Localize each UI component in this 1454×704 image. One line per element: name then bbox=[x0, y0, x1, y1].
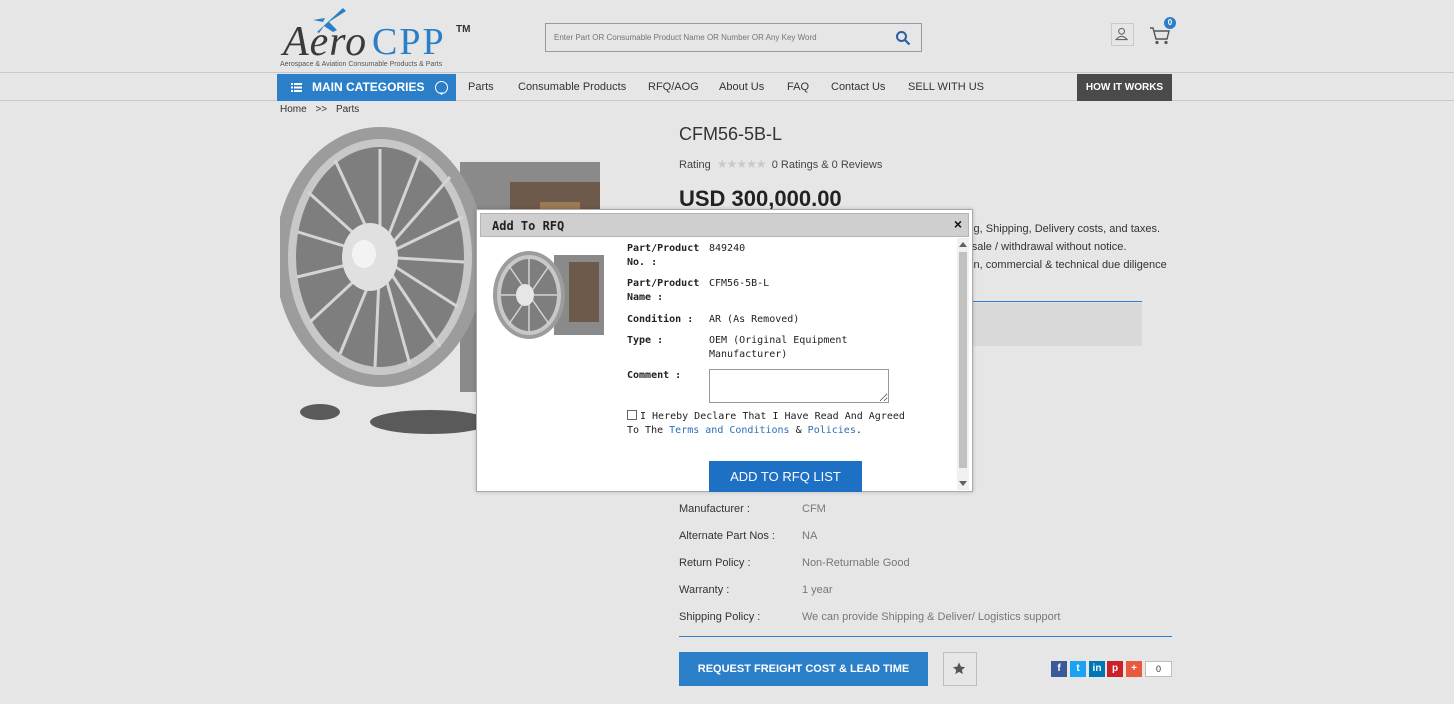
breadcrumb-separator: >> bbox=[315, 104, 328, 115]
condition-value: AR (As Removed) bbox=[709, 314, 800, 325]
spec-value-warranty: 1 year bbox=[802, 584, 833, 596]
spec-label-alternate-part-nos: Alternate Part Nos : bbox=[679, 530, 775, 542]
spec-value-return-policy: Non-Returnable Good bbox=[802, 557, 910, 569]
pinterest-share-icon[interactable]: p bbox=[1107, 661, 1123, 677]
spec-value-alternate-part-nos: NA bbox=[802, 530, 818, 542]
star-icon bbox=[952, 662, 966, 675]
share-count: 0 bbox=[1145, 661, 1172, 677]
product-title: CFM56-5B-L bbox=[679, 124, 783, 144]
twitter-share-icon[interactable]: t bbox=[1070, 661, 1086, 677]
wishlist-button[interactable] bbox=[943, 652, 977, 686]
chevron-down-icon bbox=[435, 81, 448, 95]
search-input[interactable] bbox=[546, 24, 886, 51]
type-value: OEM (Original Equipment Manufacturer) bbox=[709, 334, 847, 362]
policies-link[interactable]: Policies bbox=[808, 425, 856, 436]
nav-item-rfq-aog[interactable]: RFQ/AOG bbox=[648, 74, 699, 101]
breadcrumb: Home >> Parts bbox=[280, 104, 365, 115]
rating-label: Rating bbox=[679, 159, 711, 171]
breadcrumb-home[interactable]: Home bbox=[280, 104, 307, 115]
logo-tm: TM bbox=[456, 24, 471, 35]
nav-item-faq[interactable]: FAQ bbox=[787, 74, 809, 101]
divider bbox=[965, 301, 1142, 302]
nav-item-sell-with-us[interactable]: SELL WITH US bbox=[908, 74, 984, 101]
spec-value-manufacturer: CFM bbox=[802, 503, 826, 515]
spec-label-shipping-policy: Shipping Policy : bbox=[679, 611, 761, 623]
menu-icon bbox=[291, 83, 302, 92]
logo-aero-text: Aero bbox=[283, 19, 368, 65]
spec-label-return-policy: Return Policy : bbox=[679, 557, 751, 569]
part-number-label: Part/Product No. : bbox=[627, 242, 699, 270]
price-note-3: ion, commercial & technical due diligenc… bbox=[965, 259, 1167, 271]
comment-field[interactable] bbox=[709, 369, 889, 403]
price-note-1: ing, Shipping, Delivery costs, and taxes… bbox=[965, 223, 1161, 235]
modal-title: Add To RFQ bbox=[492, 219, 565, 233]
account-button[interactable] bbox=[1111, 23, 1134, 46]
type-label: Type : bbox=[627, 335, 664, 346]
modal-scrollbar[interactable] bbox=[957, 238, 969, 490]
part-name-label-line1: Part/Product bbox=[627, 278, 700, 289]
linkedin-share-icon[interactable]: in bbox=[1089, 661, 1105, 677]
spec-label-manufacturer: Manufacturer : bbox=[679, 503, 750, 515]
product-rating: Rating ★★★★★ 0 Ratings & 0 Reviews bbox=[679, 157, 882, 171]
add-to-rfq-list-button[interactable]: ADD TO RFQ LIST bbox=[709, 461, 862, 492]
spec-label-warranty: Warranty : bbox=[679, 584, 730, 596]
close-icon[interactable]: × bbox=[954, 216, 962, 232]
main-nav: MAIN CATEGORIES Parts Consumable Product… bbox=[0, 74, 1454, 101]
divider bbox=[679, 636, 1172, 637]
search-box bbox=[545, 23, 922, 52]
part-number-label-line2: No. : bbox=[627, 257, 658, 268]
facebook-share-icon[interactable]: f bbox=[1051, 661, 1067, 677]
breadcrumb-current[interactable]: Parts bbox=[336, 104, 359, 115]
part-name-label-line2: Name : bbox=[627, 292, 664, 303]
price-note-2: r sale / withdrawal without notice. bbox=[965, 241, 1127, 253]
main-categories-button[interactable]: MAIN CATEGORIES bbox=[277, 74, 456, 101]
declaration-text: I Hereby Declare That I Have Read And Ag… bbox=[627, 410, 907, 438]
part-number-value: 849240 bbox=[709, 243, 746, 254]
nav-item-contact-us[interactable]: Contact Us bbox=[831, 74, 885, 101]
part-name-label: Part/Product Name : bbox=[627, 277, 699, 305]
modal-header: Add To RFQ × bbox=[480, 213, 969, 237]
rating-text: 0 Ratings & 0 Reviews bbox=[771, 159, 883, 171]
scrollbar-thumb[interactable] bbox=[959, 252, 967, 468]
logo-tagline: Aerospace & Aviation Consumable Products… bbox=[280, 61, 443, 68]
search-icon[interactable] bbox=[895, 30, 911, 46]
aerocpp-logo[interactable]: Aero CPP TM Aerospace & Aviation Consuma… bbox=[279, 6, 479, 70]
modal-product-image bbox=[493, 251, 604, 339]
part-number-label-line1: Part/Product bbox=[627, 243, 700, 254]
spec-value-shipping-policy: We can provide Shipping & Deliver/ Logis… bbox=[802, 611, 1061, 623]
scroll-down-arrow-icon[interactable] bbox=[959, 481, 967, 486]
how-it-works-button[interactable]: HOW IT WORKS bbox=[1077, 74, 1172, 101]
part-name-value: CFM56-5B-L bbox=[709, 278, 770, 289]
site-header: Aero CPP TM Aerospace & Aviation Consuma… bbox=[0, 0, 1454, 73]
nav-item-about-us[interactable]: About Us bbox=[719, 74, 764, 101]
declaration-period: . bbox=[855, 425, 862, 436]
type-value-line1: OEM (Original Equipment bbox=[709, 335, 848, 346]
ampersand: & bbox=[795, 425, 802, 436]
logo-cpp-text: CPP bbox=[372, 21, 446, 63]
condition-label: Condition : bbox=[627, 314, 694, 325]
request-freight-cost-button[interactable]: REQUEST FREIGHT COST & LEAD TIME bbox=[679, 652, 928, 686]
main-categories-label: MAIN CATEGORIES bbox=[312, 80, 425, 94]
nav-item-consumable-products[interactable]: Consumable Products bbox=[518, 74, 626, 101]
cart-count-badge: 0 bbox=[1164, 17, 1176, 29]
user-icon bbox=[1114, 27, 1129, 41]
scroll-up-arrow-icon[interactable] bbox=[959, 242, 967, 247]
type-value-line2: Manufacturer) bbox=[709, 349, 788, 360]
nav-item-parts[interactable]: Parts bbox=[468, 74, 494, 101]
comment-label: Comment : bbox=[627, 370, 682, 381]
rating-stars[interactable]: ★★★★★ bbox=[717, 157, 767, 171]
info-box bbox=[965, 303, 1142, 346]
plus-share-icon[interactable]: + bbox=[1126, 661, 1142, 677]
terms-and-conditions-link[interactable]: Terms and Conditions bbox=[669, 425, 789, 436]
